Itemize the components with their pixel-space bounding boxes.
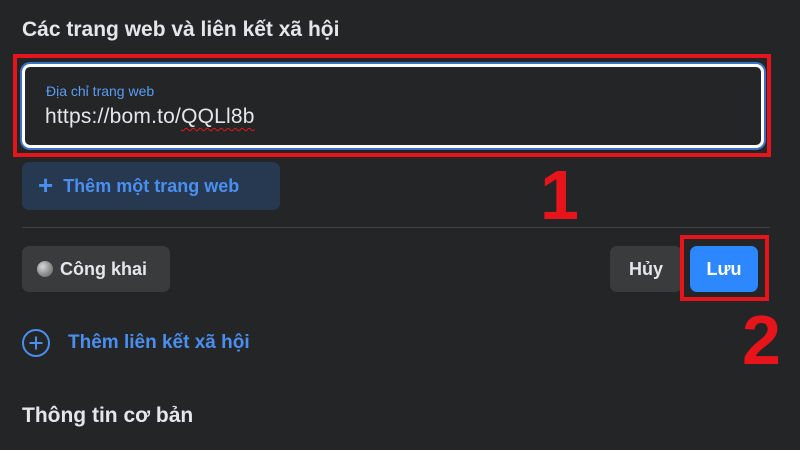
circle-plus-icon	[22, 329, 50, 357]
website-address-input[interactable]: https://bom.to/QQLl8b	[45, 105, 255, 129]
divider	[22, 227, 770, 228]
cancel-button[interactable]: Hủy	[610, 246, 682, 292]
section-title: Các trang web và liên kết xã hội	[22, 18, 340, 41]
website-address-value-prefix: https://bom.to/	[45, 105, 182, 128]
save-button[interactable]: Lưu	[690, 246, 758, 292]
add-website-button[interactable]: + Thêm một trang web	[22, 162, 280, 210]
add-social-link-label: Thêm liên kết xã hội	[68, 332, 250, 353]
basic-info-heading: Thông tin cơ bản	[22, 404, 194, 427]
add-website-label: Thêm một trang web	[63, 175, 240, 196]
annotation-number-1: 1	[540, 156, 579, 234]
privacy-selector-button[interactable]: Công khai	[22, 246, 170, 292]
annotation-number-2: 2	[742, 301, 781, 379]
website-address-label: Địa chỉ trang web	[46, 83, 155, 99]
website-address-field[interactable]: Địa chỉ trang web https://bom.to/QQLl8b	[22, 64, 764, 148]
plus-glyph	[29, 336, 43, 350]
profile-edit-panel: Các trang web và liên kết xã hội Địa chỉ…	[0, 0, 800, 450]
globe-icon	[37, 261, 53, 277]
privacy-label: Công khai	[60, 258, 148, 279]
website-address-value-spellcheck: QQLl8b	[181, 105, 255, 128]
add-social-link-button[interactable]: Thêm liên kết xã hội	[22, 326, 250, 360]
plus-icon: +	[38, 170, 54, 200]
